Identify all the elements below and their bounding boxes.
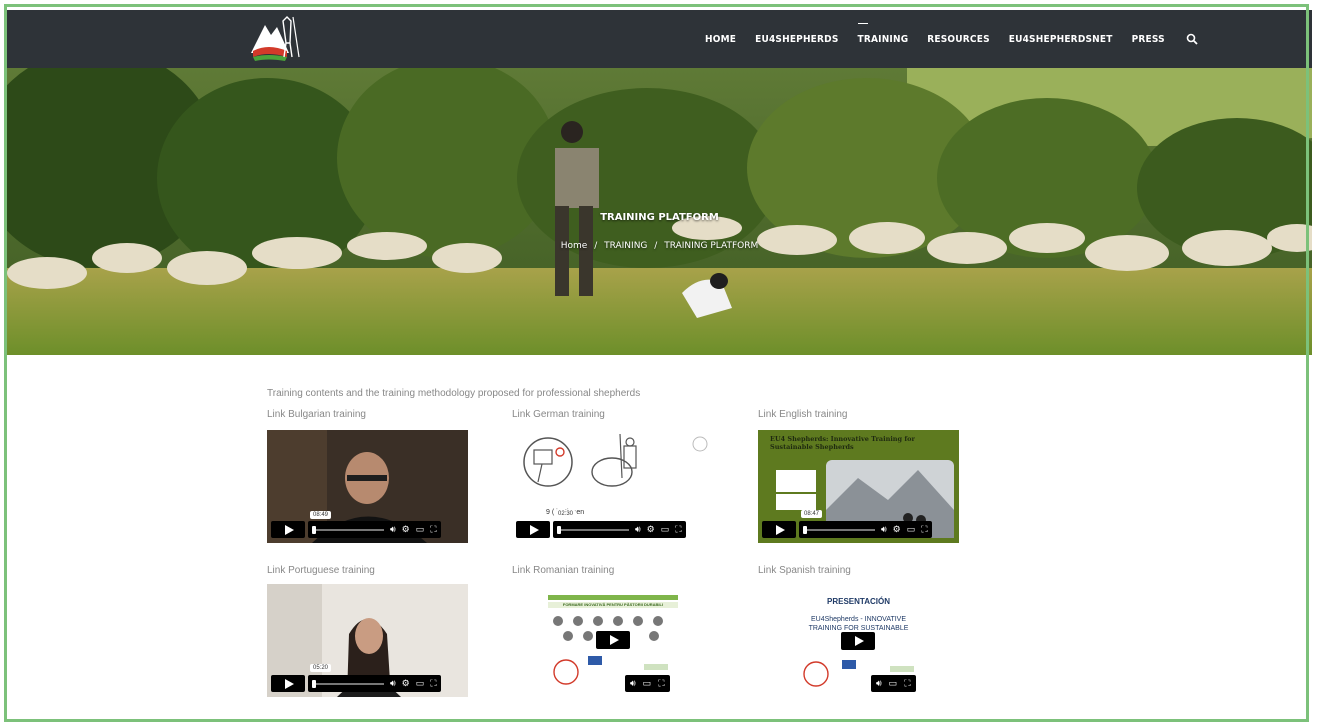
- fullscreen-icon[interactable]: ⛶: [430, 525, 436, 534]
- volume-icon[interactable]: 🔊︎: [630, 679, 636, 688]
- pip-icon[interactable]: ▭: [416, 525, 425, 534]
- video-controls: 🔊︎ ⚙ ▭ ⛶: [271, 521, 441, 538]
- breadcrumb: Home / TRAINING / TRAINING PLATFORM: [7, 241, 1312, 251]
- progress-scrubber[interactable]: [312, 679, 384, 688]
- settings-icon[interactable]: ⚙: [402, 679, 410, 688]
- menu-item-resources[interactable]: RESOURCES: [927, 34, 989, 45]
- volume-icon[interactable]: 🔊︎: [390, 679, 396, 688]
- progress-scrubber[interactable]: [803, 525, 875, 534]
- time-tooltip: 05:20: [310, 664, 332, 672]
- video-label-german[interactable]: Link German training: [512, 409, 605, 420]
- video-controls: 🔊︎ ⚙ ▭ ⛶: [516, 521, 686, 538]
- play-button[interactable]: [841, 632, 875, 650]
- fullscreen-icon[interactable]: ⛶: [675, 525, 681, 534]
- volume-icon[interactable]: 🔊︎: [876, 679, 882, 688]
- settings-icon[interactable]: ⚙: [402, 525, 410, 534]
- time-tooltip: 02:30: [555, 510, 577, 518]
- control-bar: 🔊︎ ▭ ⛶: [625, 675, 670, 692]
- pip-icon[interactable]: ▭: [661, 525, 670, 534]
- eu4shepherds-logo[interactable]: [243, 13, 315, 65]
- breadcrumb-training[interactable]: TRAINING: [604, 241, 647, 251]
- breadcrumb-separator: /: [594, 241, 598, 251]
- video-label-english[interactable]: Link English training: [758, 409, 848, 420]
- video-label-romanian[interactable]: Link Romanian training: [512, 565, 614, 576]
- main-menu: HOME EU4SHEPHERDS TRAINING RESOURCES EU4…: [705, 10, 1198, 68]
- fullscreen-icon[interactable]: ⛶: [921, 525, 927, 534]
- play-button[interactable]: [596, 631, 630, 649]
- intro-text: Training contents and the training metho…: [267, 388, 641, 399]
- time-tooltip: 08:49: [310, 511, 332, 519]
- control-bar: 🔊︎ ⚙ ▭ ⛶: [308, 521, 441, 538]
- fullscreen-icon[interactable]: ⛶: [430, 679, 436, 688]
- video-player-spanish[interactable]: PRESENTACIÓN EU4Shepherds - INNOVATIVE T…: [758, 584, 959, 697]
- menu-item-eu4shepherdsnet[interactable]: EU4SHEPHERDSNET: [1009, 34, 1113, 45]
- video-label-spanish[interactable]: Link Spanish training: [758, 565, 851, 576]
- video-player-portuguese[interactable]: 05:20 🔊︎ ⚙ ▭ ⛶: [267, 584, 468, 697]
- pip-icon[interactable]: ▭: [416, 679, 425, 688]
- video-player-bulgarian[interactable]: 08:49 🔊︎ ⚙ ▭ ⛶: [267, 430, 468, 543]
- video-controls: 🔊︎ ⚙ ▭ ⛶: [762, 521, 932, 538]
- time-tooltip: 08:47: [801, 510, 823, 518]
- slide-title: PRESENTACIÓN: [827, 597, 890, 606]
- slide-title: EU4 Shepherds: Innovative Training for S…: [770, 435, 915, 451]
- play-button[interactable]: [762, 521, 796, 538]
- menu-item-press[interactable]: PRESS: [1132, 34, 1165, 45]
- volume-icon[interactable]: 🔊︎: [635, 525, 641, 534]
- video-player-romanian[interactable]: FORMARE INOVATIVĂ PENTRU PĂSTORII DURABI…: [512, 584, 713, 697]
- slide-title: FORMARE INOVATIVĂ PENTRU PĂSTORII DURABI…: [562, 602, 664, 607]
- fullscreen-icon[interactable]: ⛶: [658, 679, 664, 688]
- pip-icon[interactable]: ▭: [889, 679, 898, 688]
- video-label-portuguese[interactable]: Link Portuguese training: [267, 565, 375, 576]
- settings-icon[interactable]: ⚙: [893, 525, 901, 534]
- control-bar: 🔊︎ ⚙ ▭ ⛶: [308, 675, 441, 692]
- hero-banner: TRAINING PLATFORM Home / TRAINING / TRAI…: [7, 68, 1312, 355]
- pip-icon[interactable]: ▭: [643, 679, 652, 688]
- page-title: TRAINING PLATFORM: [600, 212, 719, 223]
- volume-icon[interactable]: 🔊︎: [881, 525, 887, 534]
- volume-icon[interactable]: 🔊︎: [390, 525, 396, 534]
- control-bar: 🔊︎ ⚙ ▭ ⛶: [799, 521, 932, 538]
- control-bar: 🔊︎ ▭ ⛶: [871, 675, 916, 692]
- fullscreen-icon[interactable]: ⛶: [904, 679, 910, 688]
- play-button[interactable]: [516, 521, 550, 538]
- menu-item-eu4shepherds[interactable]: EU4SHEPHERDS: [755, 34, 838, 45]
- menu-item-training[interactable]: TRAINING: [857, 22, 909, 45]
- play-button[interactable]: [271, 521, 305, 538]
- breadcrumb-home[interactable]: Home: [561, 241, 588, 251]
- pip-icon[interactable]: ▭: [907, 525, 916, 534]
- progress-scrubber[interactable]: [312, 525, 384, 534]
- progress-scrubber[interactable]: [557, 525, 629, 534]
- video-controls: 🔊︎ ⚙ ▭ ⛶: [271, 675, 441, 692]
- play-button[interactable]: [271, 675, 305, 692]
- search-icon[interactable]: [1186, 33, 1198, 45]
- video-player-english[interactable]: EU4 Shepherds: Innovative Training for S…: [758, 430, 959, 543]
- video-player-german[interactable]: 9 ( isationen 02:30 🔊︎ ⚙ ▭ ⛶: [512, 430, 713, 543]
- menu-item-home[interactable]: HOME: [705, 34, 736, 45]
- video-label-bulgarian[interactable]: Link Bulgarian training: [267, 409, 366, 420]
- breadcrumb-separator: /: [654, 241, 658, 251]
- breadcrumb-current: TRAINING PLATFORM: [664, 241, 759, 251]
- control-bar: 🔊︎ ⚙ ▭ ⛶: [553, 521, 686, 538]
- top-navbar: HOME EU4SHEPHERDS TRAINING RESOURCES EU4…: [7, 10, 1312, 68]
- settings-icon[interactable]: ⚙: [647, 525, 655, 534]
